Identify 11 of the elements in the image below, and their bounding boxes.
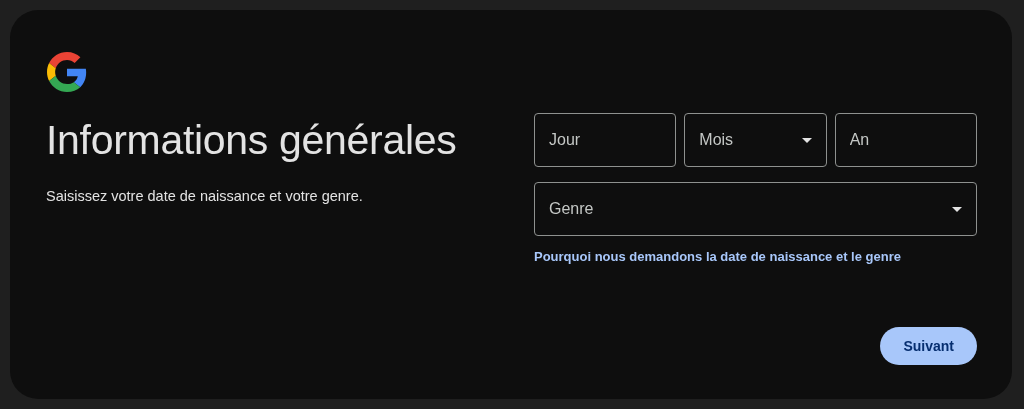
dropdown-field[interactable]: Mois [684, 113, 827, 167]
caret-icon [801, 137, 812, 143]
next-button[interactable]: Suivant [880, 327, 977, 365]
text-field[interactable]: An [834, 113, 977, 167]
dropdown-field[interactable]: Genre [534, 182, 977, 236]
page-title: Informations générales [46, 116, 458, 165]
logo-icon [47, 52, 87, 92]
subtitle: Saisissez votre date de naissance et votre genre. [46, 188, 363, 204]
help-link[interactable]: Pourquoi nous demandons la date de naissance et le genre [534, 249, 901, 264]
text-field[interactable]: Jour [534, 113, 677, 167]
caret-icon [952, 206, 962, 212]
